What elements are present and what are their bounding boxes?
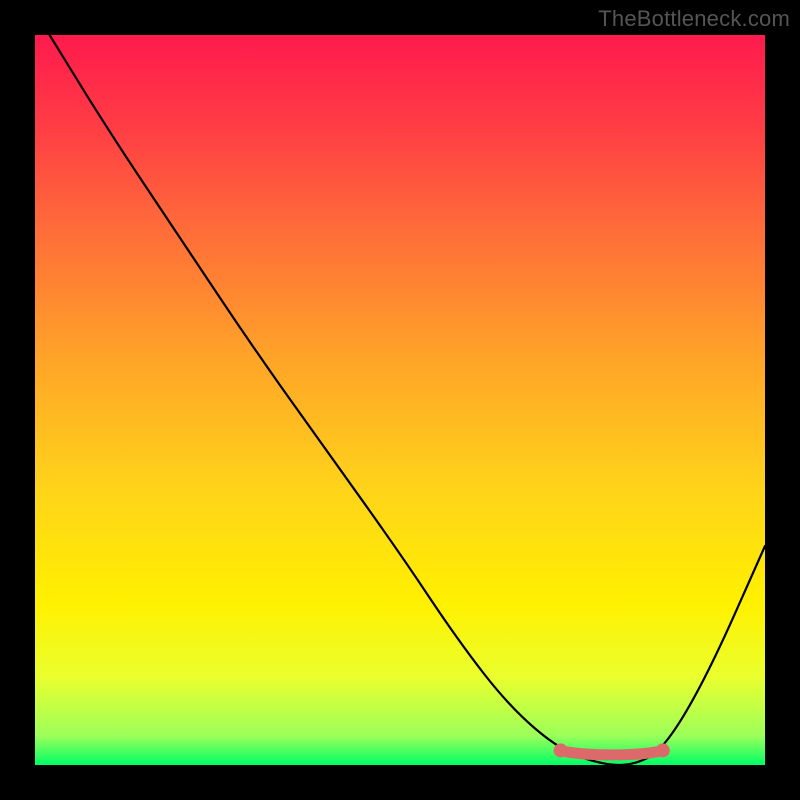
optimal-range-start-dot — [554, 743, 568, 757]
chart-frame: TheBottleneck.com — [0, 0, 800, 800]
bottleneck-curve — [50, 35, 765, 765]
optimal-range-band — [561, 750, 663, 755]
watermark-label: TheBottleneck.com — [598, 6, 790, 32]
plot-area — [35, 35, 765, 765]
curve-layer — [35, 35, 765, 765]
optimal-range-end-dot — [656, 743, 670, 757]
